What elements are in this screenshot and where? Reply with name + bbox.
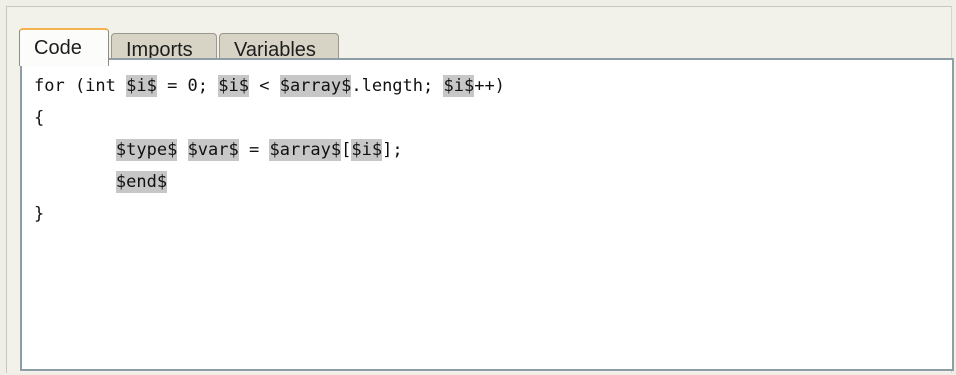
code-token: {: [34, 108, 45, 128]
template-placeholder: $i$: [443, 75, 475, 97]
code-text[interactable]: for (int $i$ = 0; $i$ < $array$.length; …: [34, 70, 505, 230]
template-placeholder: $i$: [351, 139, 383, 161]
code-line: $end$: [34, 166, 505, 198]
code-line: for (int $i$ = 0; $i$ < $array$.length; …: [34, 70, 505, 102]
code-token: = 0;: [156, 76, 219, 96]
code-token: =: [238, 140, 270, 160]
template-placeholder: $type$: [115, 139, 178, 161]
template-placeholder: $i$: [126, 75, 157, 97]
code-line: {: [34, 102, 505, 134]
code-token: ++): [474, 76, 505, 96]
code-token: <: [248, 76, 280, 96]
code-line: }: [34, 198, 505, 230]
template-placeholder: $array$: [269, 139, 342, 161]
template-placeholder: $i$: [218, 75, 249, 97]
template-placeholder: $var$: [187, 139, 239, 161]
template-placeholder: $array$: [279, 75, 352, 97]
code-editor[interactable]: for (int $i$ = 0; $i$ < $array$.length; …: [20, 58, 954, 371]
tab-code[interactable]: Code: [19, 28, 109, 66]
code-token: for (int: [34, 76, 127, 96]
code-token: [: [341, 140, 352, 160]
code-token: ];: [382, 140, 403, 160]
code-token: }: [34, 204, 45, 224]
code-token: .length;: [351, 76, 444, 96]
code-line: $type$ $var$ = $array$[$i$];: [34, 134, 505, 166]
template-placeholder: $end$: [115, 171, 168, 193]
